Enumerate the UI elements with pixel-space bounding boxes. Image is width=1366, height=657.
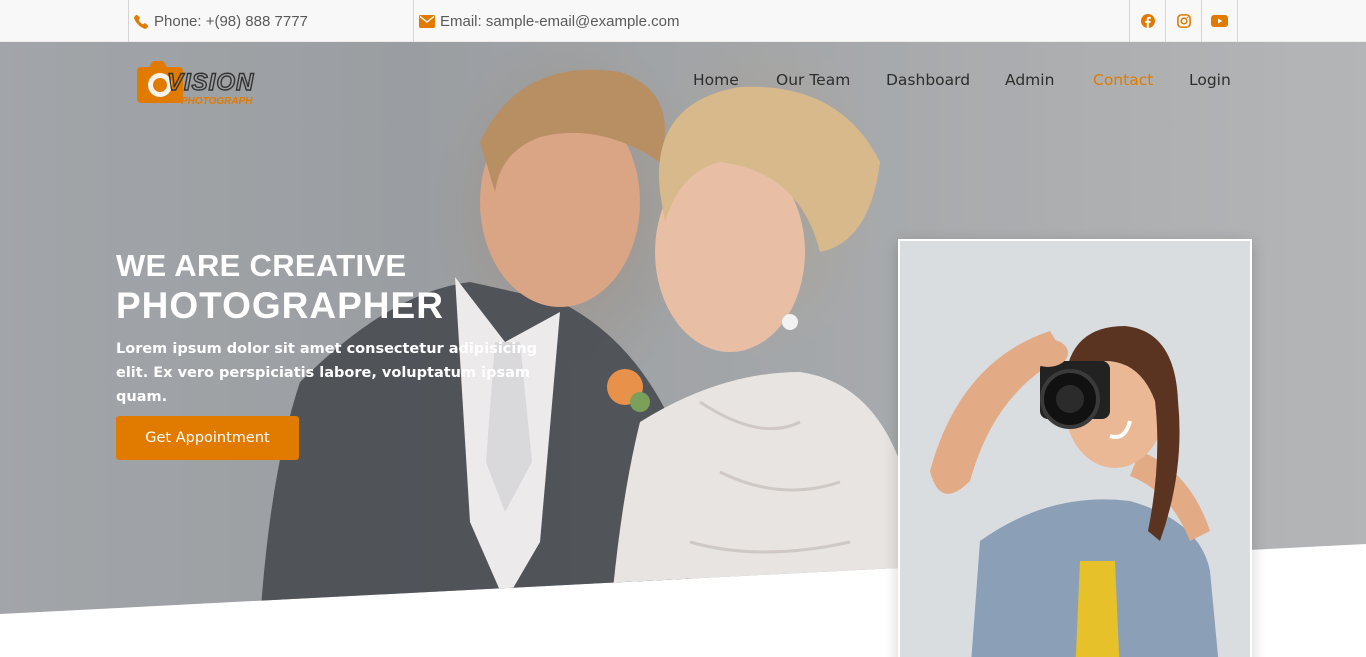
envelope-icon — [419, 14, 435, 28]
email-contact[interactable]: Email: sample-email@example.com — [413, 0, 679, 42]
social-links — [1129, 0, 1238, 42]
nav-contact[interactable]: Contact — [1093, 71, 1153, 89]
hero-description: Lorem ipsum dolor sit amet consectetur a… — [116, 341, 538, 405]
top-bar: Phone: +(98) 888 7777 Email: sample-emai… — [0, 0, 1366, 42]
phone-contact[interactable]: Phone: +(98) 888 7777 — [128, 0, 308, 42]
phone-text: Phone: +(98) 888 7777 — [154, 12, 308, 30]
get-appointment-button[interactable]: Get Appointment — [116, 416, 299, 460]
instagram-link[interactable] — [1166, 0, 1202, 42]
nav-our-team[interactable]: Our Team — [776, 71, 850, 89]
photographer-photo-card — [898, 239, 1252, 657]
hero-title-line2: PHOTOGRAPHER — [116, 285, 444, 326]
hero-section: VISION PHOTOGRAPH Home Our Team Dashboar… — [0, 42, 1366, 657]
facebook-link[interactable] — [1130, 0, 1166, 42]
svg-text:PHOTOGRAPH: PHOTOGRAPH — [181, 96, 253, 107]
youtube-link[interactable] — [1202, 0, 1238, 42]
nav-admin[interactable]: Admin — [1005, 71, 1054, 89]
nav-home[interactable]: Home — [693, 71, 739, 89]
email-text: Email: sample-email@example.com — [440, 12, 680, 30]
nav-dashboard[interactable]: Dashboard — [886, 71, 970, 89]
phone-icon — [134, 14, 149, 29]
nav-login[interactable]: Login — [1189, 71, 1231, 89]
instagram-icon — [1176, 14, 1191, 28]
photographer-image — [900, 241, 1250, 657]
facebook-icon — [1140, 14, 1155, 28]
youtube-icon — [1211, 15, 1228, 27]
main-nav: Home Our Team Dashboard Admin Contact Lo… — [0, 71, 1366, 95]
hero-title-line1: WE ARE CREATIVE — [116, 248, 407, 283]
